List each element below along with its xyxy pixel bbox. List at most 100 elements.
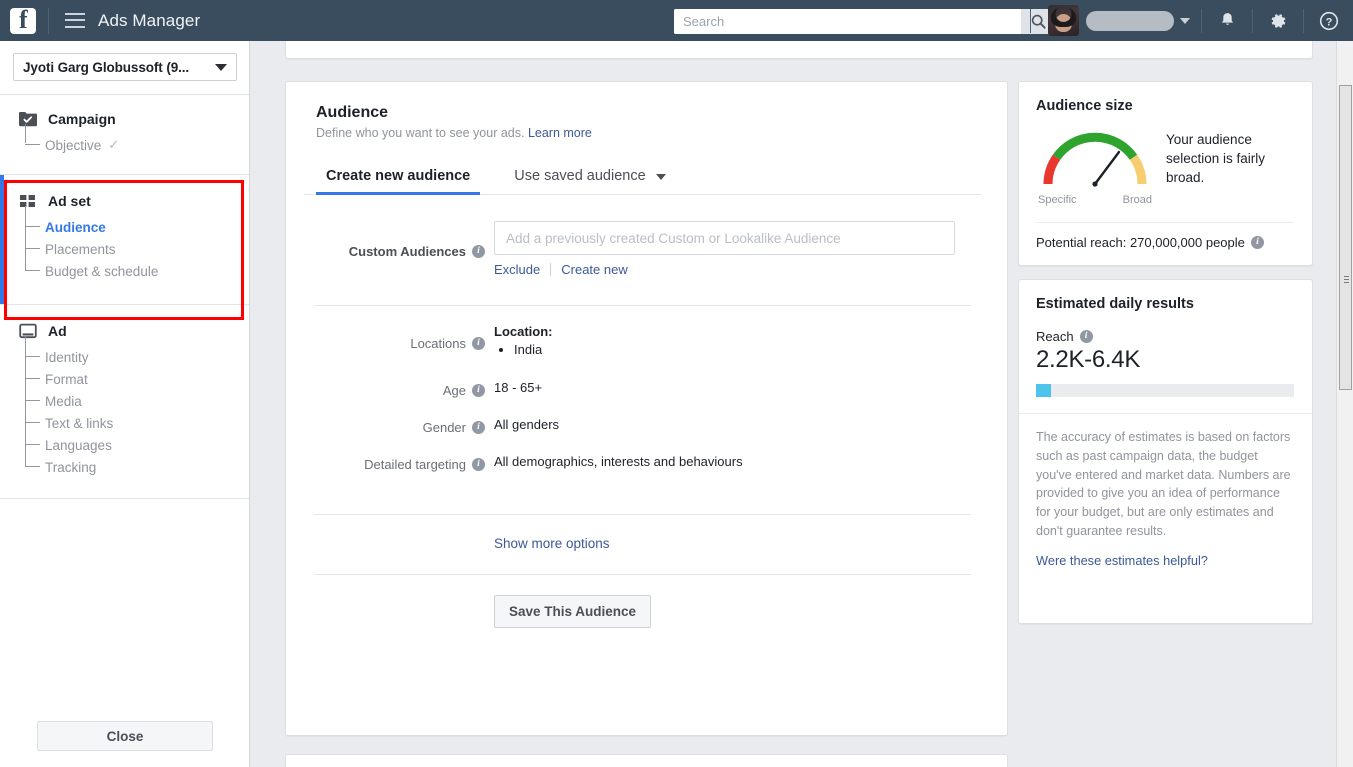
gauge-max-label: Broad (1122, 194, 1152, 206)
learn-more-link[interactable]: Learn more (528, 126, 592, 140)
create-new-link[interactable]: Create new (561, 262, 627, 277)
gauge-box: Specific Broad (1036, 126, 1154, 206)
divider (48, 7, 49, 34)
user-name-redacted (1086, 10, 1174, 31)
field-row-age: Age i 18 - 65+ (304, 357, 981, 398)
save-audience-row: Save This Audience (304, 575, 981, 628)
save-this-audience-button[interactable]: Save This Audience (494, 595, 652, 628)
show-more-options-row: Show more options (304, 515, 981, 553)
sidebar-item-text-links-label[interactable]: Text & links (45, 416, 113, 431)
estimates-note: The accuracy of estimates is based on fa… (1036, 430, 1291, 538)
detailed-targeting-label: Detailed targeting i (304, 452, 494, 472)
nav-group-ad: Ad Identity Format Media Text & links La… (0, 305, 249, 499)
sidebar-item-media-label[interactable]: Media (45, 394, 82, 409)
potential-reach-text: Potential reach: 270,000,000 people (1036, 235, 1245, 250)
help-button[interactable]: ? (1315, 7, 1343, 35)
notifications-button[interactable] (1213, 7, 1241, 35)
main-content: Audience Define who you want to see your… (251, 41, 1336, 767)
gauge-labels: Specific Broad (1036, 194, 1154, 206)
sidebar-item-audience[interactable]: Audience (0, 206, 249, 238)
chevron-down-icon (215, 63, 227, 71)
nav-group-campaign-header[interactable]: Campaign (0, 111, 249, 127)
sidebar-item-text-links[interactable]: Text & links (0, 391, 249, 434)
detailed-targeting-label-text: Detailed targeting (364, 457, 466, 472)
previous-section-card-partial (285, 41, 1313, 59)
account-selector-label: Jyoti Garg Globussoft (9... (23, 59, 190, 75)
info-icon[interactable]: i (472, 336, 485, 350)
gauge-min-label: Specific (1038, 194, 1077, 206)
age-label-text: Age (442, 383, 466, 398)
audience-tabs: Create new audience Use saved audience (304, 168, 981, 195)
nav-group-adset-label: Ad set (48, 193, 91, 209)
tab-create-new-audience[interactable]: Create new audience (316, 168, 481, 195)
custom-audiences-label: Custom Audiences i (304, 221, 494, 277)
account-menu[interactable] (1048, 5, 1190, 36)
tab-use-saved-audience[interactable]: Use saved audience (504, 168, 675, 194)
sidebar-item-languages[interactable]: Languages (0, 413, 249, 456)
sidebar-item-budget-schedule[interactable]: Budget & schedule (0, 239, 249, 282)
gender-value[interactable]: All genders (494, 415, 981, 435)
sidebar-item-identity-label[interactable]: Identity (45, 350, 89, 365)
estimated-daily-results-card: Estimated daily results Reach i 2.2K-6.4… (1018, 279, 1313, 624)
sidebar-item-placements[interactable]: Placements (0, 217, 249, 260)
info-icon[interactable]: i (472, 245, 485, 258)
app-title: Ads Manager (98, 10, 201, 30)
gender-label-text: Gender (422, 420, 466, 435)
exclude-link[interactable]: Exclude (494, 262, 540, 277)
divider (1019, 413, 1312, 414)
account-selector-dropdown[interactable]: Jyoti Garg Globussoft (9... (13, 53, 237, 81)
custom-audiences-input[interactable] (494, 221, 955, 255)
info-icon[interactable]: i (472, 421, 485, 434)
locations-value[interactable]: Location: India (494, 324, 981, 357)
avatar[interactable] (1048, 5, 1079, 36)
close-button[interactable]: Close (37, 721, 213, 751)
nav-group-campaign-label: Campaign (48, 111, 116, 127)
locations-heading: Location: (494, 324, 553, 339)
gear-icon (1271, 13, 1286, 28)
bell-icon (1221, 13, 1233, 25)
info-icon[interactable]: i (1250, 236, 1264, 249)
search-bar[interactable] (674, 9, 1055, 34)
nav-group-ad-header[interactable]: Ad (0, 323, 249, 339)
sidebar-item-languages-label[interactable]: Languages (45, 438, 112, 453)
field-row-custom-audiences: Custom Audiences i Exclude Create new (304, 195, 981, 277)
show-more-options-link[interactable]: Show more options (494, 536, 610, 551)
info-icon[interactable]: i (472, 458, 485, 471)
age-value[interactable]: 18 - 65+ (494, 378, 981, 398)
close-button-wrap: Close (0, 721, 250, 751)
facebook-f-logo-icon[interactable] (10, 5, 36, 35)
sidebar-item-tracking-label[interactable]: Tracking (45, 460, 96, 475)
sidebar-item-objective-label[interactable]: Objective (45, 138, 101, 153)
sidebar-item-identity[interactable]: Identity (0, 336, 249, 368)
field-row-detailed-targeting: Detailed targeting i All demographics, i… (304, 435, 981, 472)
info-icon[interactable]: i (1079, 330, 1093, 343)
search-input[interactable] (674, 9, 1021, 34)
sidebar-item-tracking[interactable]: Tracking (0, 435, 249, 478)
info-icon[interactable]: i (472, 384, 485, 397)
topbar-right-controls: ? (1019, 0, 1353, 41)
nav-group-adset-header[interactable]: Ad set (0, 193, 249, 209)
sidebar-item-objective[interactable]: Objective ✓ (0, 124, 249, 156)
estimates-feedback-link[interactable]: Were these estimates helpful? (1036, 553, 1294, 568)
audience-size-gauge-row: Specific Broad Your audience selection i… (1036, 126, 1294, 206)
scrollbar-thumb[interactable] (1339, 85, 1352, 390)
chevron-down-icon[interactable] (1180, 17, 1190, 24)
sidebar-item-media[interactable]: Media (0, 369, 249, 412)
sidebar-item-format-label[interactable]: Format (45, 372, 88, 387)
gender-label: Gender i (304, 415, 494, 435)
sidebar-item-budget-schedule-label[interactable]: Budget & schedule (45, 264, 158, 279)
potential-reach-row: Potential reach: 270,000,000 people i (1036, 235, 1294, 250)
age-label: Age i (304, 378, 494, 398)
locations-label-text: Locations (410, 335, 466, 351)
detailed-targeting-value[interactable]: All demographics, interests and behaviou… (494, 452, 981, 472)
sidebar-item-placements-label[interactable]: Placements (45, 242, 116, 257)
sidebar-item-format[interactable]: Format (0, 347, 249, 390)
help-question-icon: ? (1319, 11, 1339, 30)
field-row-gender: Gender i All genders (304, 398, 981, 435)
divider (1252, 8, 1253, 33)
objective-complete-check-icon: ✓ (108, 137, 120, 152)
sidebar-item-audience-label[interactable]: Audience (45, 220, 106, 235)
hamburger-menu-icon[interactable] (65, 12, 85, 29)
vertical-scrollbar[interactable] (1336, 41, 1353, 767)
settings-button[interactable] (1264, 7, 1292, 35)
